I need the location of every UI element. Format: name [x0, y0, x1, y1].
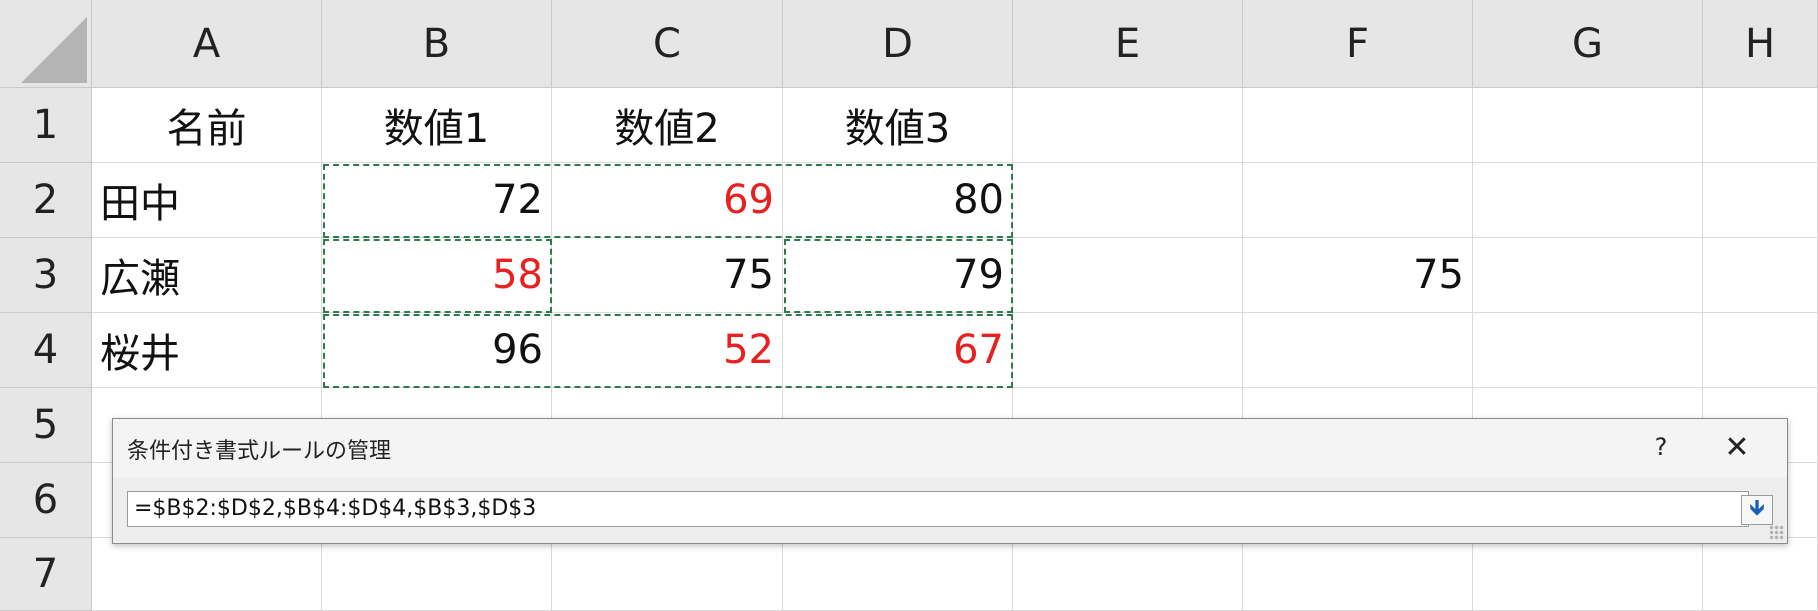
row-header-4[interactable]: 4 [0, 313, 92, 388]
cell-a7[interactable] [92, 538, 322, 611]
row-header-5[interactable]: 5 [0, 388, 92, 463]
cell-f2[interactable] [1243, 163, 1473, 238]
row-header-7[interactable]: 7 [0, 538, 92, 611]
cell-d4[interactable]: 67 [783, 313, 1013, 388]
column-header-a[interactable]: A [92, 0, 322, 88]
select-all-triangle-icon [21, 17, 87, 83]
cell-b4[interactable]: 96 [322, 313, 552, 388]
column-header-f[interactable]: F [1243, 0, 1473, 88]
cell-b2[interactable]: 72 [322, 163, 552, 238]
cell-a2[interactable]: 田中 [92, 163, 322, 238]
column-header-b[interactable]: B [322, 0, 552, 88]
column-header-d[interactable]: D [783, 0, 1013, 88]
cell-h7[interactable] [1703, 538, 1818, 611]
cell-g1[interactable] [1473, 88, 1703, 163]
cell-e1[interactable] [1013, 88, 1243, 163]
cell-e3[interactable] [1013, 238, 1243, 313]
column-header-g[interactable]: G [1473, 0, 1703, 88]
cell-c2[interactable]: 69 [552, 163, 783, 238]
cell-g3[interactable] [1473, 238, 1703, 313]
cell-d2[interactable]: 80 [783, 163, 1013, 238]
cell-e2[interactable] [1013, 163, 1243, 238]
collapse-dialog-button[interactable]: 🡻 [1741, 495, 1773, 525]
cell-a1[interactable]: 名前 [92, 88, 322, 163]
conditional-format-rules-dialog: 条件付き書式ルールの管理 ? ✕ =$B$2:$D$2,$B$4:$D$4,$B… [112, 418, 1788, 544]
select-all-corner[interactable] [0, 0, 92, 88]
cell-d7[interactable] [783, 538, 1013, 611]
cell-d3[interactable]: 79 [783, 238, 1013, 313]
collapse-arrow-icon: 🡻 [1749, 496, 1765, 521]
cell-a4[interactable]: 桜井 [92, 313, 322, 388]
cell-c3[interactable]: 75 [552, 238, 783, 313]
cell-c7[interactable] [552, 538, 783, 611]
column-header-e[interactable]: E [1013, 0, 1243, 88]
cell-f7[interactable] [1243, 538, 1473, 611]
cell-a3[interactable]: 広瀬 [92, 238, 322, 313]
cell-f3[interactable]: 75 [1243, 238, 1473, 313]
cell-h2[interactable] [1703, 163, 1818, 238]
row-header-3[interactable]: 3 [0, 238, 92, 313]
cell-g2[interactable] [1473, 163, 1703, 238]
cell-g7[interactable] [1473, 538, 1703, 611]
row-header-2[interactable]: 2 [0, 163, 92, 238]
cell-f1[interactable] [1243, 88, 1473, 163]
resize-grip[interactable] [1769, 525, 1785, 541]
close-button[interactable]: ✕ [1707, 427, 1767, 467]
column-header-c[interactable]: C [552, 0, 783, 88]
cell-b1[interactable]: 数値1 [322, 88, 552, 163]
cell-g4[interactable] [1473, 313, 1703, 388]
row-header-6[interactable]: 6 [0, 463, 92, 538]
cell-h3[interactable] [1703, 238, 1818, 313]
help-button[interactable]: ? [1631, 427, 1691, 467]
cell-c1[interactable]: 数値2 [552, 88, 783, 163]
cell-h1[interactable] [1703, 88, 1818, 163]
cell-d1[interactable]: 数値3 [783, 88, 1013, 163]
row-header-1[interactable]: 1 [0, 88, 92, 163]
cell-e4[interactable] [1013, 313, 1243, 388]
applies-to-range-input[interactable]: =$B$2:$D$2,$B$4:$D$4,$B$3,$D$3 [127, 491, 1749, 527]
cell-c4[interactable]: 52 [552, 313, 783, 388]
cell-h4[interactable] [1703, 313, 1818, 388]
column-header-h[interactable]: H [1703, 0, 1818, 88]
cell-b7[interactable] [322, 538, 552, 611]
dialog-title: 条件付き書式ルールの管理 [127, 439, 392, 464]
cell-f4[interactable] [1243, 313, 1473, 388]
cell-b3[interactable]: 58 [322, 238, 552, 313]
cell-e7[interactable] [1013, 538, 1243, 611]
